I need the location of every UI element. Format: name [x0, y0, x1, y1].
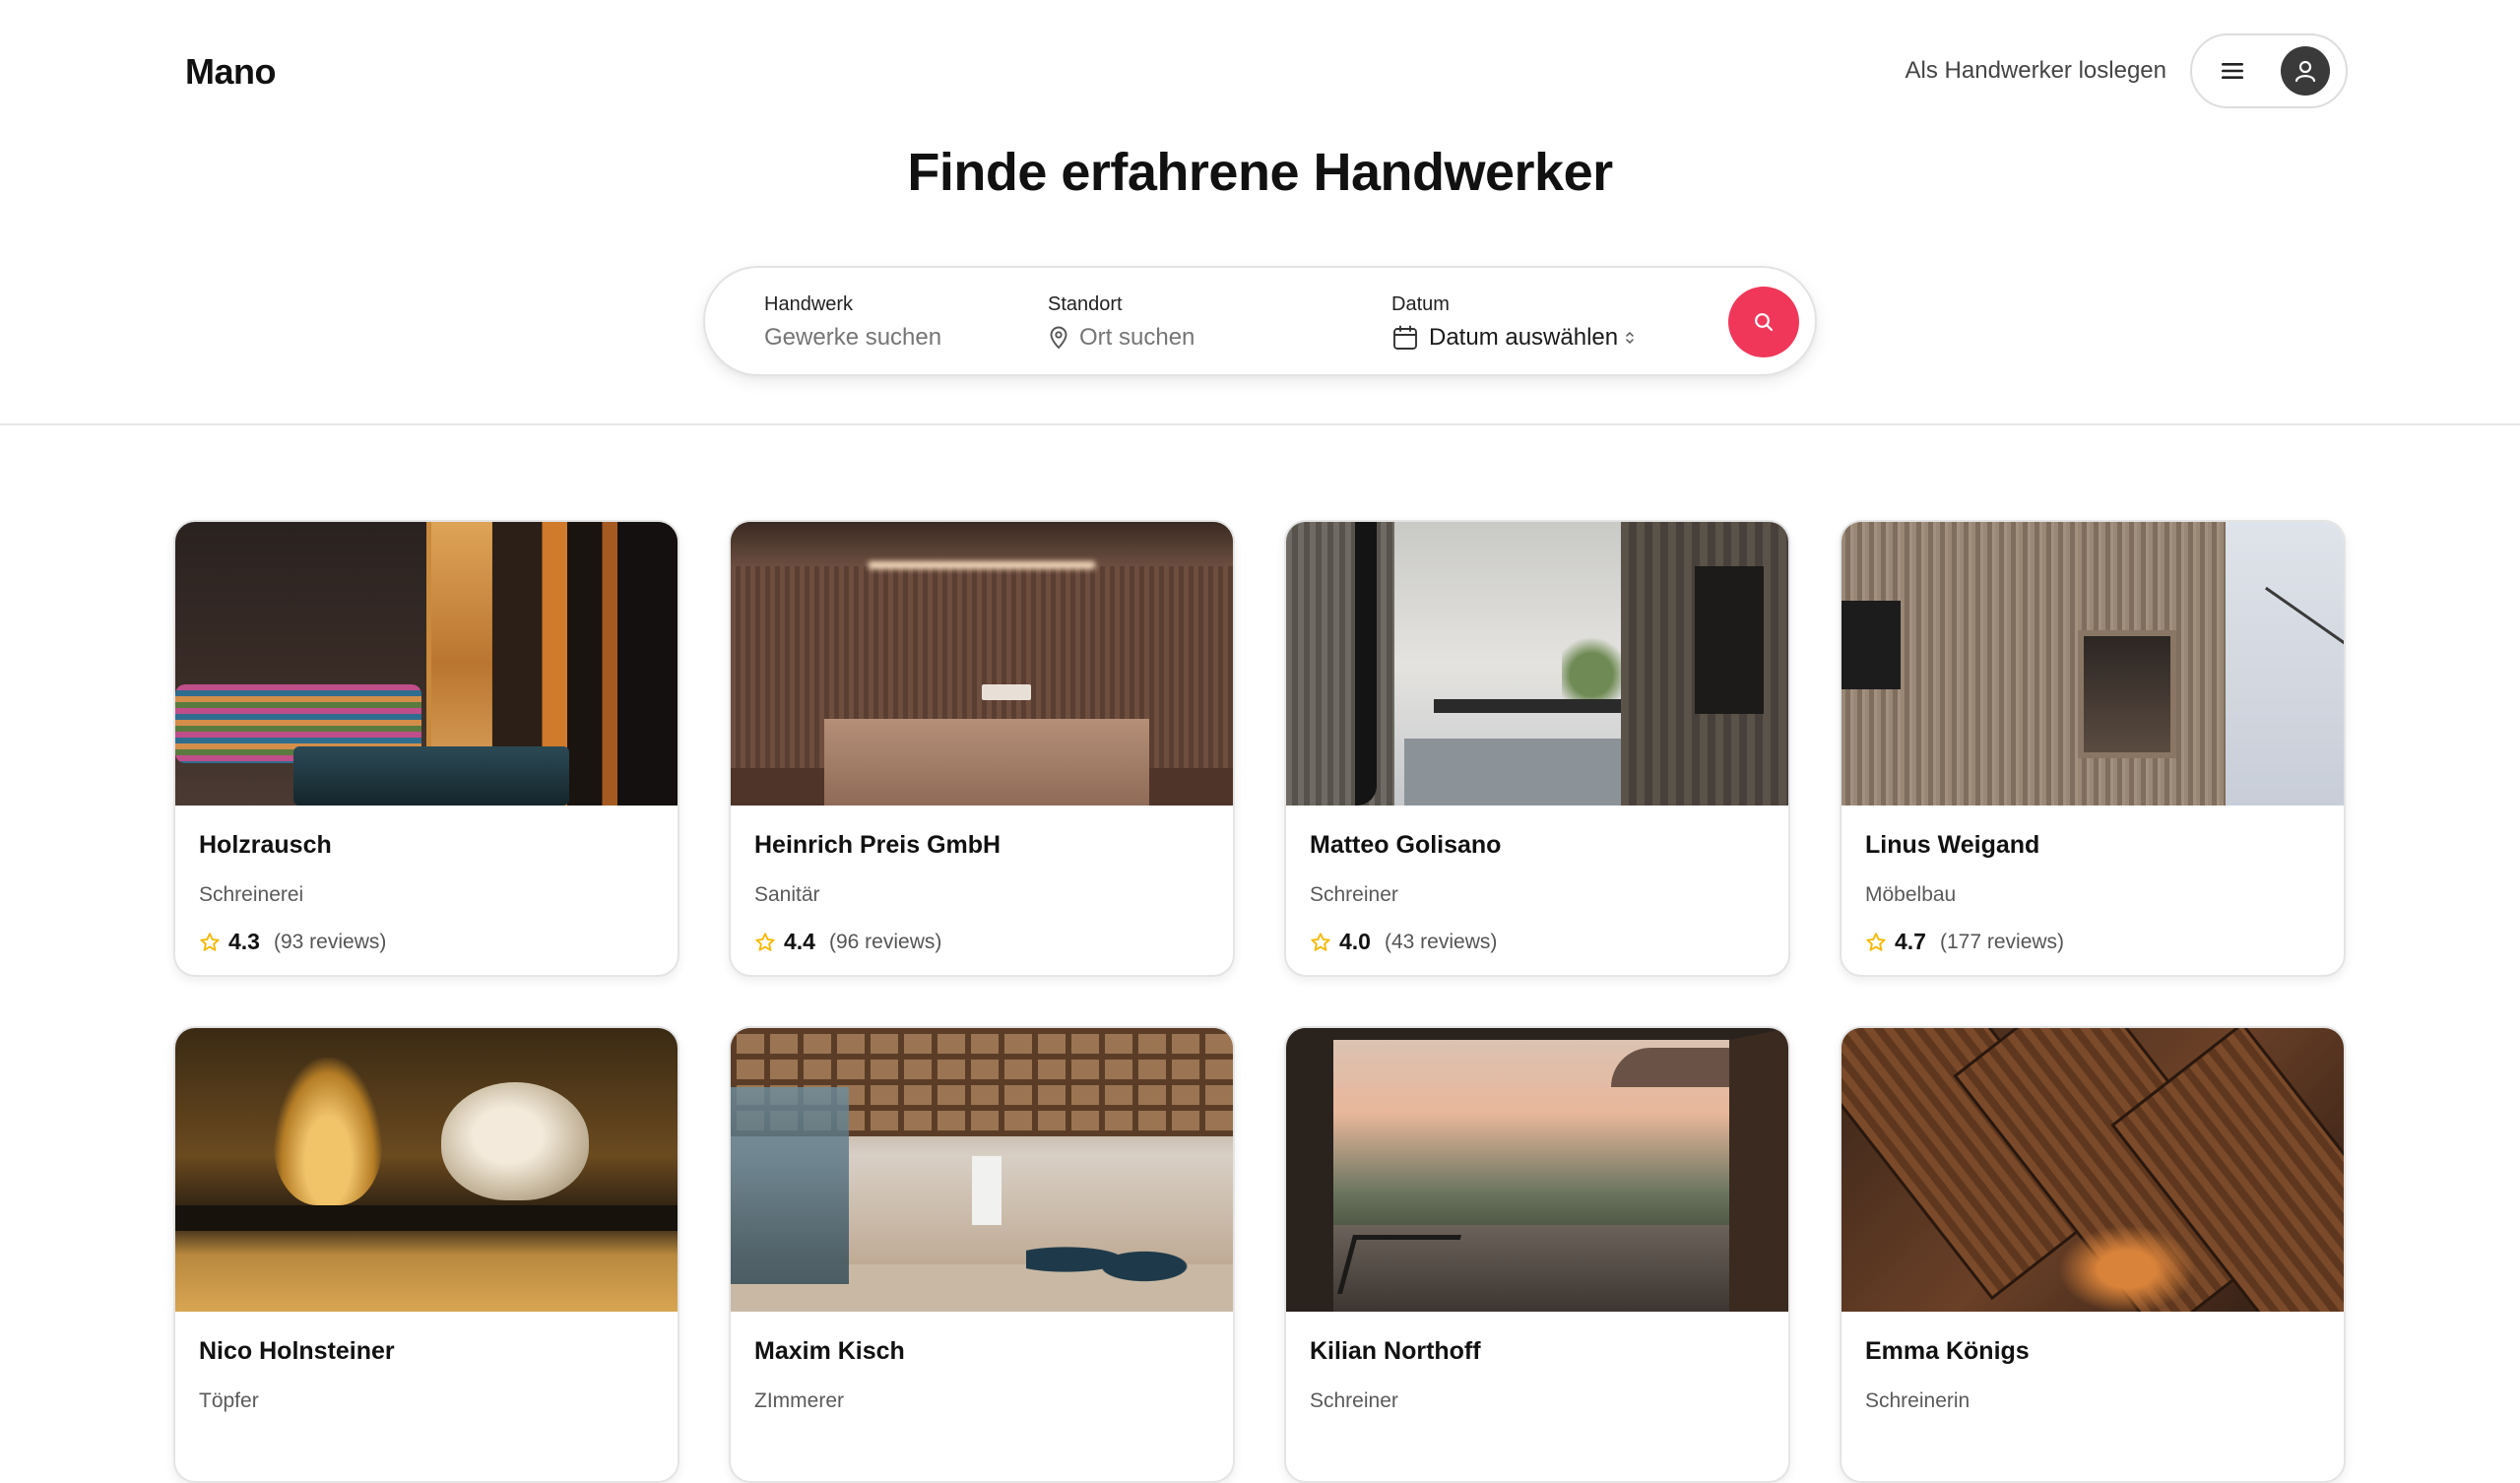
card-trade: Schreinerin: [1865, 1389, 1971, 1412]
card-image: [1842, 522, 2344, 806]
review-count: (93 reviews): [273, 930, 387, 953]
review-count: (43 reviews): [1384, 930, 1498, 953]
craftsman-card[interactable]: Emma Königs Schreinerin: [1840, 1026, 2346, 1483]
craftsmen-grid: Holzrausch Schreinerei 4.3 (93 reviews) …: [173, 520, 2346, 1483]
rating-value: 4.4: [784, 929, 815, 954]
craftsman-card[interactable]: Holzrausch Schreinerei 4.3 (93 reviews): [173, 520, 679, 977]
rating-value: 4.0: [1339, 929, 1371, 954]
card-rating: 4.4 (96 reviews): [754, 929, 1209, 955]
card-image: [175, 522, 678, 806]
card-rating: 4.3 (93 reviews): [199, 929, 654, 955]
location-segment[interactable]: Standort: [1048, 293, 1306, 352]
craft-segment[interactable]: Handwerk: [764, 293, 991, 352]
map-pin-icon: [1048, 326, 1069, 350]
card-image: [175, 1028, 678, 1312]
card-trade: ZImmerer: [754, 1389, 844, 1412]
card-image: [1286, 1028, 1788, 1312]
card-name: Linus Weigand: [1865, 831, 2040, 859]
craft-label: Handwerk: [764, 293, 854, 315]
date-segment[interactable]: Datum Datum auswählen: [1391, 293, 1636, 352]
hamburger-icon: [2220, 58, 2245, 84]
card-name: Maxim Kisch: [754, 1337, 905, 1365]
card-name: Nico Holnsteiner: [199, 1337, 395, 1365]
user-icon: [2292, 57, 2319, 85]
card-name: Kilian Northoff: [1310, 1337, 1481, 1365]
card-name: Heinrich Preis GmbH: [754, 831, 1002, 859]
card-trade: Möbelbau: [1865, 883, 1957, 906]
craftsman-card[interactable]: Matteo Golisano Schreiner 4.0 (43 review…: [1284, 520, 1790, 977]
card-name: Holzrausch: [199, 831, 332, 859]
card-trade: Töpfer: [199, 1389, 259, 1412]
card-rating: 4.0 (43 reviews): [1310, 929, 1765, 955]
craftsman-card[interactable]: Nico Holnsteiner Töpfer: [173, 1026, 679, 1483]
updown-chevron-icon: [1624, 330, 1636, 346]
search-icon: [1752, 310, 1776, 334]
card-trade: Schreiner: [1310, 1389, 1398, 1412]
card-image: [731, 1028, 1233, 1312]
card-name: Emma Königs: [1865, 1337, 2030, 1365]
card-trade: Sanitär: [754, 883, 820, 906]
star-icon: [1865, 932, 1887, 953]
card-trade: Schreinerei: [199, 883, 304, 906]
card-image: [731, 522, 1233, 806]
date-select-value[interactable]: Datum auswählen: [1429, 324, 1618, 352]
rating-value: 4.7: [1895, 929, 1926, 954]
craft-input[interactable]: [764, 324, 991, 352]
logo[interactable]: Mano: [185, 51, 277, 93]
become-pro-link[interactable]: Als Handwerker loslegen: [1906, 57, 2166, 85]
user-menu-button[interactable]: [2190, 33, 2348, 108]
star-icon: [1310, 932, 1331, 953]
location-label: Standort: [1048, 293, 1123, 315]
star-icon: [754, 932, 776, 953]
card-image: [1286, 522, 1788, 806]
card-name: Matteo Golisano: [1310, 831, 1502, 859]
rating-value: 4.3: [228, 929, 260, 954]
date-label: Datum: [1391, 293, 1450, 315]
review-count: (96 reviews): [828, 930, 942, 953]
page-title: Finde erfahrene Handwerker: [907, 143, 1613, 202]
craftsman-card[interactable]: Heinrich Preis GmbH Sanitär 4.4 (96 revi…: [729, 520, 1235, 977]
card-image: [1842, 1028, 2344, 1312]
search-bar: Handwerk Standort Datum: [703, 266, 1817, 376]
craftsman-card[interactable]: Maxim Kisch ZImmerer: [729, 1026, 1235, 1483]
user-avatar: [2281, 46, 2330, 96]
location-input[interactable]: [1079, 324, 1306, 352]
site-header: Mano Als Handwerker loslegen Finde erfah…: [0, 0, 2520, 425]
craftsman-card[interactable]: Kilian Northoff Schreiner: [1284, 1026, 1790, 1483]
search-button[interactable]: [1728, 287, 1799, 357]
card-trade: Schreiner: [1310, 883, 1398, 906]
craftsman-card[interactable]: Linus Weigand Möbelbau 4.7 (177 reviews): [1840, 520, 2346, 977]
star-icon: [199, 932, 221, 953]
review-count: (177 reviews): [1939, 930, 2065, 953]
calendar-icon: [1391, 324, 1419, 352]
card-rating: 4.7 (177 reviews): [1865, 929, 2320, 955]
